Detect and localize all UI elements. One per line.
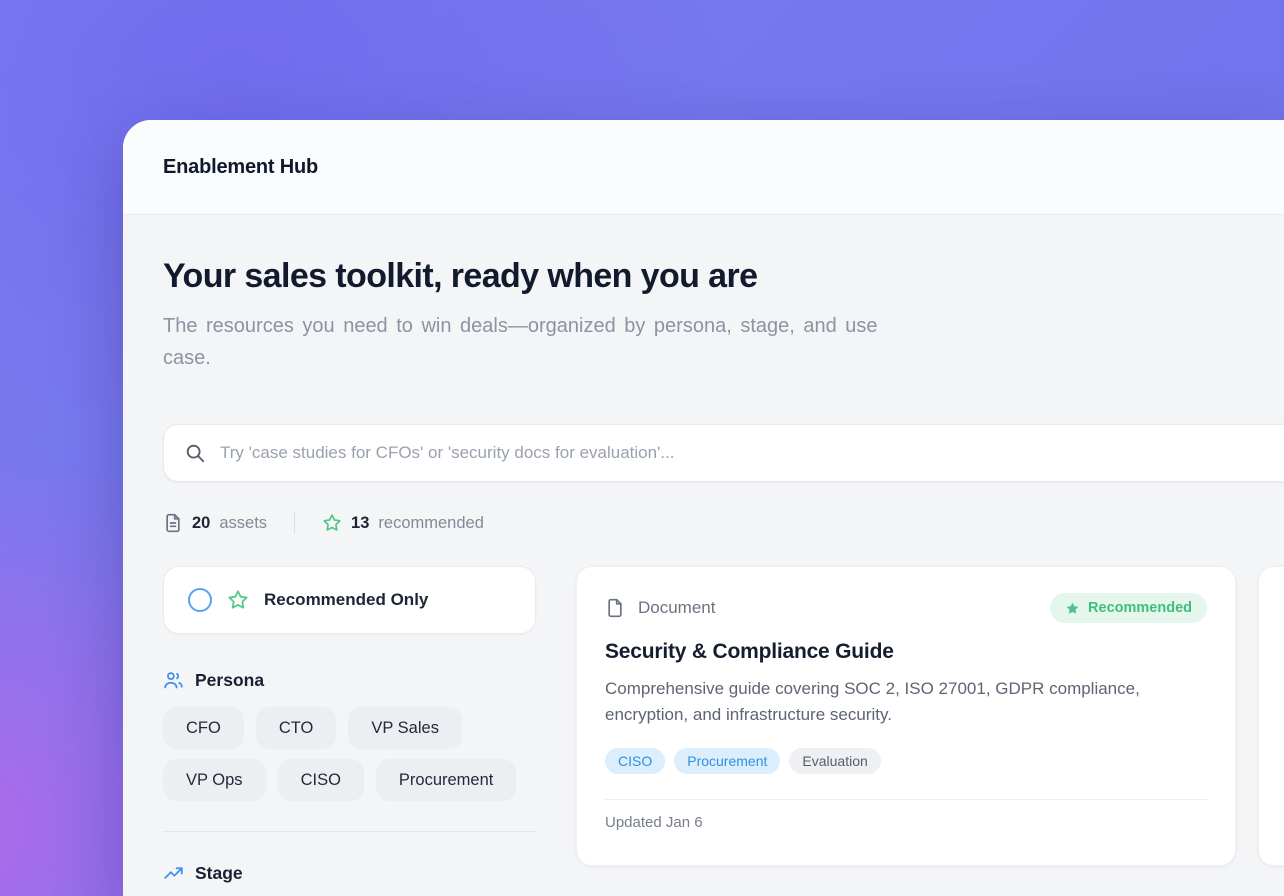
panel-body: Your sales toolkit, ready when you are T… xyxy=(123,215,1284,884)
asset-cards-row: Document Recommended Security & Complian… xyxy=(576,566,1284,866)
asset-title: Security & Compliance Guide xyxy=(605,640,1207,664)
persona-section-label: Persona xyxy=(195,670,264,691)
panel-header: Enablement Hub xyxy=(123,120,1284,215)
recommended-badge: Recommended xyxy=(1050,593,1207,623)
stats-divider xyxy=(294,512,295,534)
persona-section-header: Persona xyxy=(163,670,536,691)
asset-updated-date: Updated Jan 6 xyxy=(605,814,1207,831)
asset-type-label: Document xyxy=(638,598,715,618)
tag-ciso[interactable]: CISO xyxy=(605,748,665,774)
recommended-badge-label: Recommended xyxy=(1088,600,1192,616)
persona-chip-ciso[interactable]: CISO xyxy=(278,759,364,801)
card-top-row: Document Recommended xyxy=(605,593,1207,623)
star-icon xyxy=(227,589,249,611)
recommended-stat: 13 recommended xyxy=(322,513,484,533)
star-filled-icon xyxy=(1065,601,1080,616)
star-icon xyxy=(322,513,342,533)
persona-chip-cfo[interactable]: CFO xyxy=(163,707,244,749)
persona-chip-vp-ops[interactable]: VP Ops xyxy=(163,759,266,801)
asset-description: Comprehensive guide covering SOC 2, ISO … xyxy=(605,676,1191,727)
card-divider xyxy=(605,799,1207,800)
persona-chip-list: CFO CTO VP Sales VP Ops CISO Procurement xyxy=(163,707,536,801)
recommended-only-toggle[interactable]: Recommended Only xyxy=(163,566,536,634)
search-input[interactable] xyxy=(220,443,1284,463)
main-content: Recommended Only Persona CFO xyxy=(163,566,1284,884)
assets-doc-icon xyxy=(163,513,183,533)
assets-count: 20 xyxy=(192,514,210,533)
tag-procurement[interactable]: Procurement xyxy=(674,748,780,774)
page-subtitle: The resources you need to win deals—orga… xyxy=(163,311,883,374)
app-title: Enablement Hub xyxy=(163,156,318,179)
page-background: { "app": { "title": "Enablement Hub" }, … xyxy=(0,0,1284,896)
recommended-count: 13 xyxy=(351,514,369,533)
stage-icon xyxy=(163,863,184,884)
stats-row: 20 assets 13 recommended xyxy=(163,512,1284,534)
persona-chip-cto[interactable]: CTO xyxy=(256,707,337,749)
main-panel: Enablement Hub Your sales toolkit, ready… xyxy=(123,120,1284,896)
persona-icon xyxy=(163,670,184,691)
filters-sidebar: Recommended Only Persona CFO xyxy=(163,566,536,884)
assets-label: assets xyxy=(219,514,267,533)
page-title: Your sales toolkit, ready when you are xyxy=(163,257,1284,296)
persona-chip-procurement[interactable]: Procurement xyxy=(376,759,516,801)
recommended-label: recommended xyxy=(378,514,483,533)
search-bar[interactable] xyxy=(163,424,1284,482)
document-icon xyxy=(605,598,625,618)
assets-stat: 20 assets xyxy=(163,513,267,533)
persona-chip-vp-sales[interactable]: VP Sales xyxy=(348,707,462,749)
asset-card-security-compliance-guide[interactable]: Document Recommended Security & Complian… xyxy=(576,566,1236,866)
asset-card-next-partial[interactable] xyxy=(1258,566,1284,866)
search-icon xyxy=(184,442,206,464)
tag-evaluation[interactable]: Evaluation xyxy=(789,748,880,774)
stage-section-header: Stage xyxy=(163,863,536,884)
asset-tag-list: CISO Procurement Evaluation xyxy=(605,748,1207,774)
radio-icon[interactable] xyxy=(188,588,212,612)
sidebar-divider xyxy=(163,831,536,832)
stage-section-label: Stage xyxy=(195,863,243,884)
recommended-only-label: Recommended Only xyxy=(264,590,428,610)
